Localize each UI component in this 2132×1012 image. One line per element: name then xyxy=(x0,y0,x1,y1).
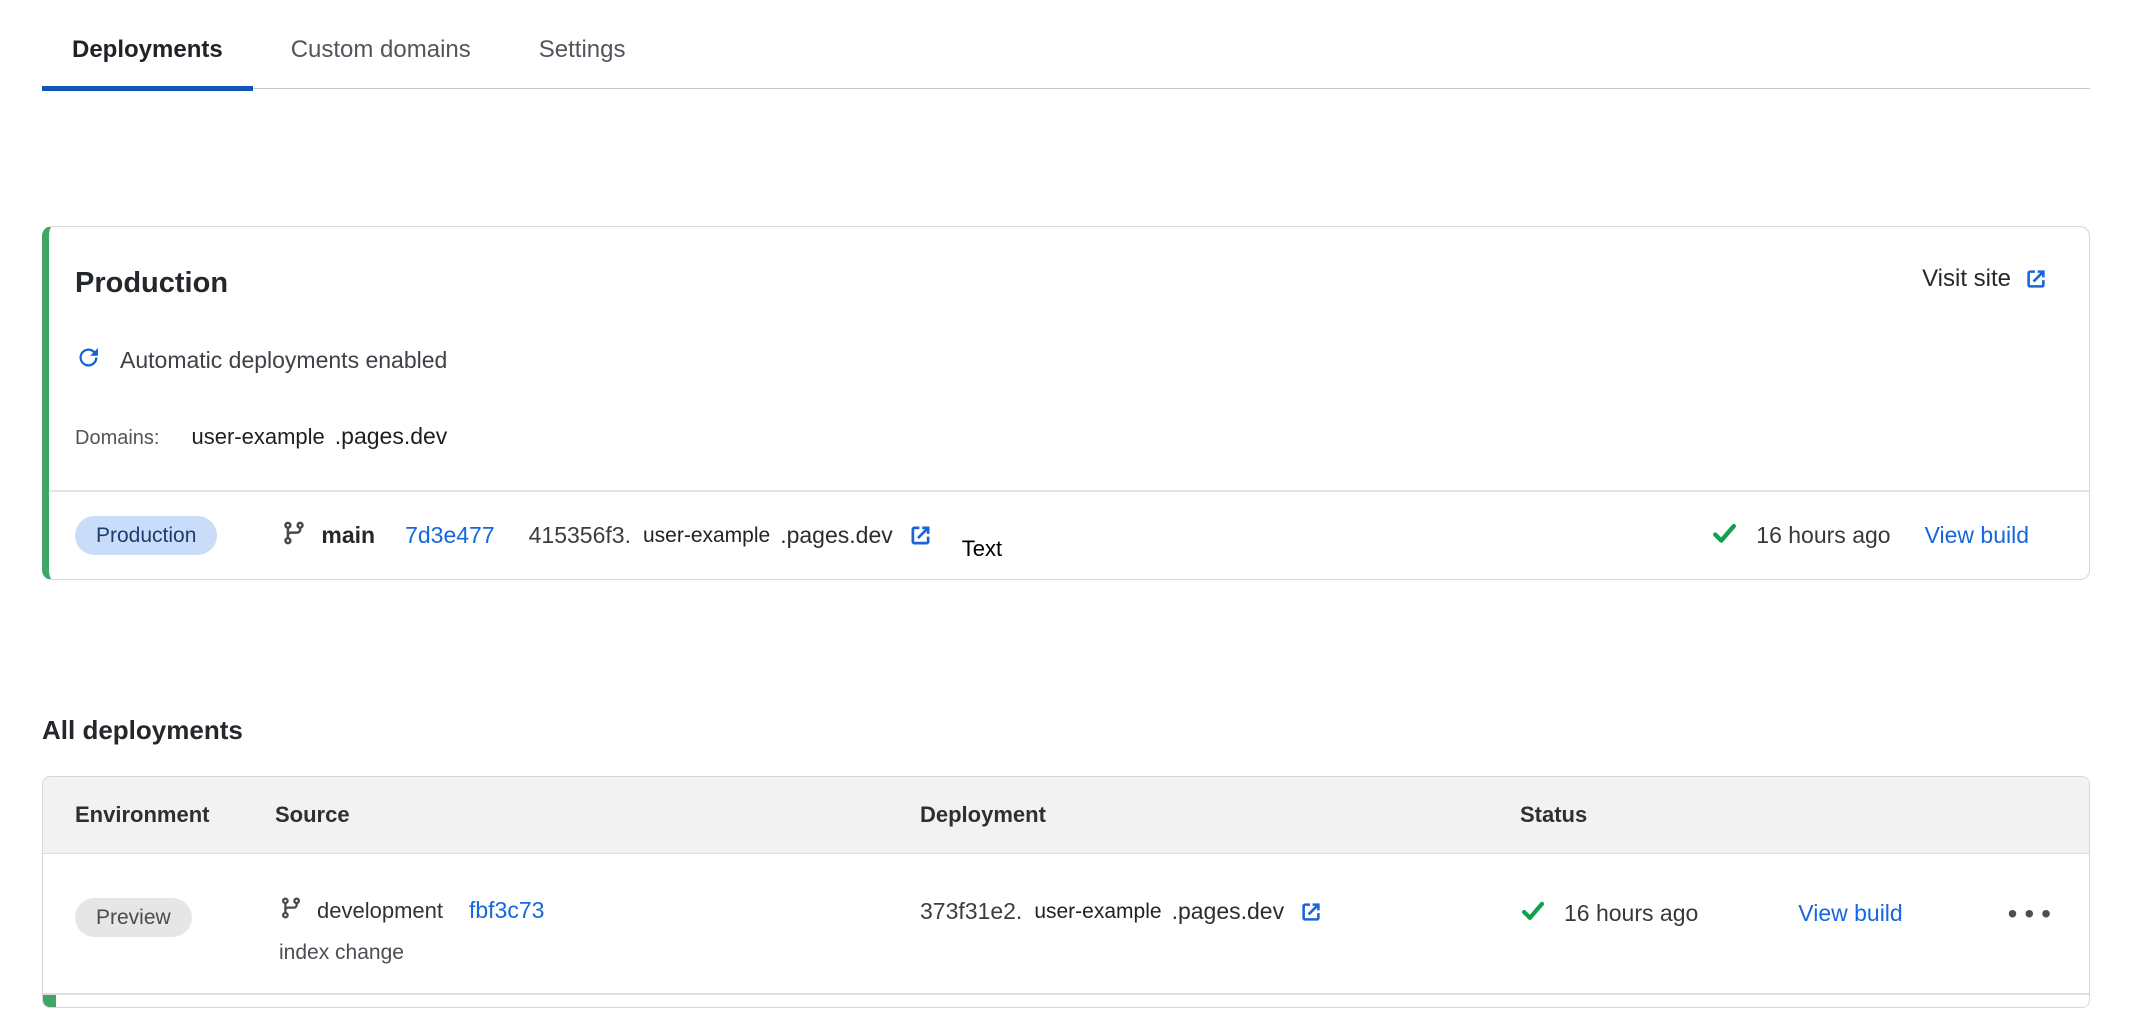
table-row: Preview development fbf3c73 index change… xyxy=(43,854,2089,995)
deployment-time: 16 hours ago xyxy=(1756,522,1890,549)
deployments-table: Environment Source Deployment Status Pre… xyxy=(42,776,2090,1008)
visit-site-label: Visit site xyxy=(1922,265,2011,293)
git-branch-icon xyxy=(279,896,303,925)
view-build-link[interactable]: View build xyxy=(1925,522,2029,549)
visit-site-link[interactable]: Visit site xyxy=(1922,265,2049,293)
domains-label: Domains: xyxy=(75,427,159,450)
tab-custom-domains[interactable]: Custom domains xyxy=(261,30,501,88)
production-domain: user-example .pages.dev xyxy=(191,423,447,450)
check-icon xyxy=(1711,520,1738,552)
git-branch-icon xyxy=(281,520,307,551)
commit-link[interactable]: fbf3c73 xyxy=(469,897,544,924)
deployment-url: 415356f3. user-example .pages.dev xyxy=(529,522,934,549)
deployment-url-suffix: .pages.dev xyxy=(1172,898,1285,925)
branch-name: development xyxy=(317,898,443,924)
production-card-title: Production xyxy=(75,265,228,301)
deployment-time: 16 hours ago xyxy=(1564,900,1698,927)
domain-subdomain: user-example xyxy=(191,424,324,449)
production-card: Production Visit site Automatic deployme… xyxy=(42,226,2090,580)
deployment-url-suffix: .pages.dev xyxy=(780,522,893,549)
environment-badge: Preview xyxy=(75,898,192,937)
tab-bar: Deployments Custom domains Settings xyxy=(42,0,2090,89)
deployment-url: 373f31e2. user-example .pages.dev xyxy=(920,898,1324,925)
deployment-url-subdomain: user-example xyxy=(1034,900,1161,924)
external-link-icon[interactable] xyxy=(907,522,934,549)
deployment-url-hash: 415356f3. xyxy=(529,522,631,549)
view-build-link[interactable]: View build xyxy=(1798,900,1902,927)
domain-suffix: .pages.dev xyxy=(335,423,448,449)
tab-deployments[interactable]: Deployments xyxy=(42,30,253,88)
next-row-partial xyxy=(43,995,2089,1007)
column-header-environment: Environment xyxy=(75,802,275,828)
ellipsis-menu-icon[interactable]: ••• xyxy=(2008,904,2058,924)
annotation-text: Text xyxy=(962,536,1002,562)
table-header-row: Environment Source Deployment Status xyxy=(43,777,2089,854)
column-header-source: Source xyxy=(275,802,920,828)
column-header-deployment: Deployment xyxy=(920,802,1520,828)
branch-name: main xyxy=(321,522,375,549)
check-icon xyxy=(1520,898,1546,929)
commit-link[interactable]: 7d3e477 xyxy=(405,522,495,549)
commit-message: index change xyxy=(279,941,920,965)
external-link-icon xyxy=(2023,266,2049,292)
production-deployment-row: Production main 7d3e477 415356f3. user-e… xyxy=(49,490,2089,579)
refresh-icon xyxy=(75,344,102,377)
tab-settings[interactable]: Settings xyxy=(509,30,656,88)
deployment-url-hash: 373f31e2. xyxy=(920,898,1022,925)
deployment-url-subdomain: user-example xyxy=(643,524,770,548)
column-header-status: Status xyxy=(1520,802,2089,828)
all-deployments-heading: All deployments xyxy=(42,715,2090,746)
external-link-icon[interactable] xyxy=(1298,899,1324,925)
auto-deployments-text: Automatic deployments enabled xyxy=(120,347,447,374)
environment-badge: Production xyxy=(75,516,217,555)
